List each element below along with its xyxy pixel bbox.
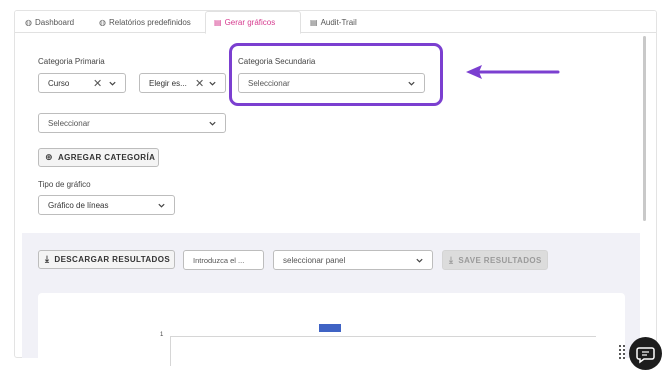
result-name-placeholder: Introduzca el ...	[193, 255, 245, 265]
drag-handle-icon[interactable]	[618, 344, 626, 362]
download-icon: ⤓	[45, 254, 50, 264]
download-icon: ⤓	[449, 254, 454, 265]
chart-type-label: Tipo de gráfico	[38, 180, 91, 189]
tab-audit-trail[interactable]: ▤ Audit-Trail	[302, 11, 372, 33]
gauge-icon: ◍	[25, 17, 32, 27]
chart-bar	[319, 324, 341, 332]
save-results-button[interactable]: ⤓ SAVE RESULTADOS	[442, 250, 548, 270]
document-icon: ▤	[214, 18, 222, 27]
arrow-pointer-icon	[466, 65, 560, 79]
chevron-down-icon	[109, 81, 116, 86]
chevron-down-icon	[209, 81, 216, 86]
chevron-down-icon	[158, 203, 165, 208]
tab-label: Relatórios predefinidos	[108, 17, 191, 27]
chevron-down-icon	[209, 121, 216, 126]
chat-icon	[636, 347, 655, 364]
primary-category-value: Curso	[48, 78, 70, 88]
result-name-input[interactable]: Introduzca el ...	[183, 250, 264, 270]
highlight-box	[229, 43, 443, 106]
chart-gridline	[170, 336, 596, 337]
primary-category-select[interactable]: Curso ✕	[38, 73, 126, 93]
tab-relatorios-predefinidos[interactable]: ◍ Relatórios predefinidos	[91, 11, 206, 33]
plus-circle-icon: ⊕	[45, 152, 53, 162]
download-results-label: DESCARGAR RESULTADOS	[54, 255, 171, 264]
scrollbar[interactable]	[643, 36, 646, 221]
chart-type-value: Gráfico de líneas	[48, 200, 109, 210]
add-category-label: AGREGAR CATEGORÍA	[57, 153, 156, 162]
gauge-icon: ◍	[99, 17, 106, 27]
add-category-button[interactable]: ⊕ AGREGAR CATEGORÍA	[38, 148, 159, 167]
panel-select-placeholder: seleccionar panel	[283, 255, 346, 265]
y-tick-label: 1	[160, 332, 164, 338]
tab-label: Gerar gráficos	[224, 18, 276, 27]
save-results-label: SAVE RESULTADOS	[458, 255, 542, 265]
clear-icon[interactable]: ✕	[195, 77, 204, 90]
clear-icon[interactable]: ✕	[93, 77, 102, 90]
tab-label: Dashboard	[34, 17, 75, 27]
primary-category-label: Categoria Primaria	[38, 57, 105, 66]
chart-type-select[interactable]: Gráfico de líneas	[38, 195, 175, 215]
chevron-down-icon	[416, 258, 423, 263]
tab-dashboard[interactable]: ◍ Dashboard	[17, 11, 91, 33]
tab-gerar-graficos[interactable]: ▤ Gerar gráficos	[205, 11, 301, 34]
panel-select[interactable]: seleccionar panel	[273, 250, 433, 270]
document-icon: ▤	[310, 17, 318, 27]
chat-button[interactable]	[629, 337, 662, 370]
primary-category-second-value: Elegir es...	[149, 78, 187, 88]
category-placeholder: Seleccionar	[48, 118, 90, 128]
chart-y-axis	[170, 336, 171, 366]
tab-label: Audit-Trail	[320, 17, 357, 27]
category-select[interactable]: Seleccionar	[38, 113, 226, 133]
download-results-button[interactable]: ⤓ DESCARGAR RESULTADOS	[38, 250, 175, 269]
tab-bar: ◍ Dashboard ◍ Relatórios predefinidos ▤ …	[15, 11, 656, 34]
primary-category-second-select[interactable]: Elegir es... ✕	[139, 73, 226, 93]
